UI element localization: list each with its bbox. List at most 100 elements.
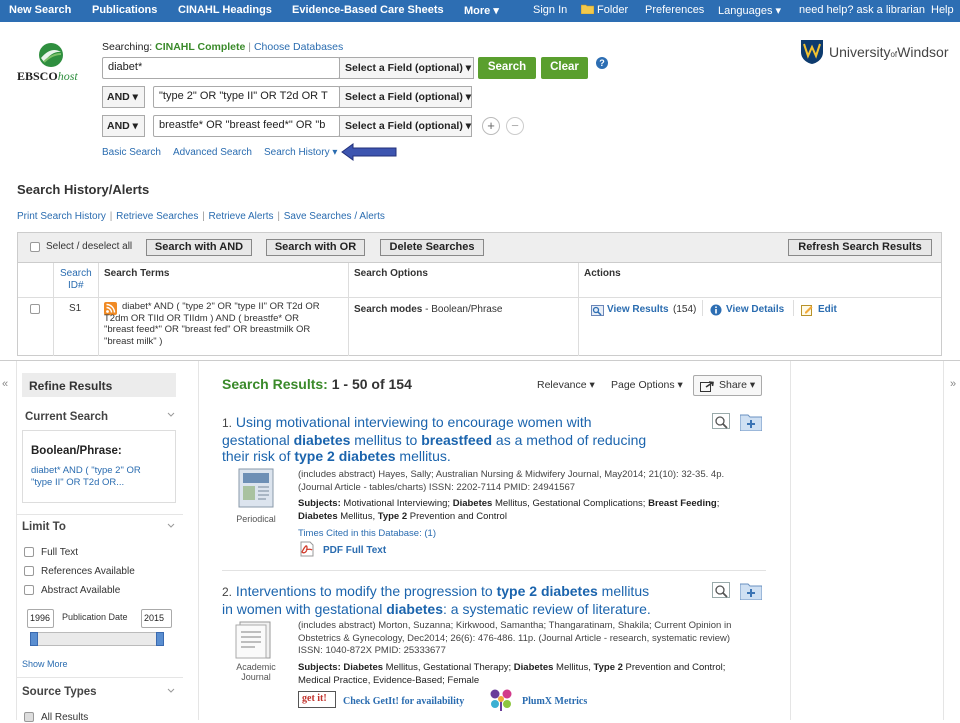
edit-icon[interactable] (801, 303, 813, 321)
result-title-part[interactable]: type 2 diabetes (497, 583, 598, 599)
preview-magnifier-icon[interactable] (712, 413, 732, 436)
delete-searches-button[interactable]: Delete Searches (380, 239, 484, 256)
view-results-icon[interactable] (591, 303, 604, 321)
add-row-icon[interactable]: + (482, 117, 500, 135)
result-title-part[interactable]: mellitus to (350, 432, 421, 448)
advanced-search-link[interactable]: Advanced Search (173, 147, 252, 158)
plumx-icon[interactable] (488, 687, 514, 718)
basic-search-link[interactable]: Basic Search (102, 147, 161, 158)
boolean-operator-select-3[interactable]: AND ▾ (102, 115, 145, 137)
check-getit-link[interactable]: Check GetIt! for availability (343, 696, 464, 707)
info-icon[interactable] (710, 303, 722, 321)
show-more-link[interactable]: Show More (22, 659, 68, 669)
result-title-part[interactable]: : a systematic review of literature. (443, 601, 651, 617)
clear-button[interactable]: Clear (541, 57, 588, 79)
date-slider-min-handle[interactable] (30, 632, 38, 646)
nav-new-search[interactable]: New Search (9, 4, 71, 16)
col-search-id-link[interactable]: Search (60, 268, 92, 279)
result-title-part[interactable]: mellitus (598, 583, 649, 599)
nav-cinahl-headings[interactable]: CINAHL Headings (178, 4, 272, 16)
refresh-search-results-button[interactable]: Refresh Search Results (788, 239, 932, 256)
search-with-and-button[interactable]: Search with AND (146, 239, 252, 256)
nav-help[interactable]: Help (931, 4, 954, 16)
current-search-query-link[interactable]: diabet* AND ( "type 2" OR "type II" OR T… (31, 465, 141, 489)
print-search-history-link[interactable]: Print Search History (17, 211, 106, 222)
collapse-left-icon[interactable]: « (2, 378, 8, 390)
source-types-heading[interactable]: Source Types (22, 686, 97, 698)
nav-evidence-based-care-sheets[interactable]: Evidence-Based Care Sheets (292, 4, 444, 16)
chevron-down-icon[interactable] (167, 523, 175, 529)
limit-to-heading[interactable]: Limit To (22, 521, 66, 533)
field-select-1[interactable]: Select a Field (optional) ▾ (339, 57, 474, 79)
search-input-3[interactable]: breastfe* OR "breast feed*" OR "b (153, 115, 340, 137)
preview-magnifier-icon[interactable] (712, 582, 732, 605)
retrieve-alerts-link[interactable]: Retrieve Alerts (209, 211, 274, 222)
pdf-full-text-link[interactable]: PDF Full Text (323, 545, 386, 556)
help-icon[interactable]: ? (596, 57, 608, 69)
boolean-operator-select-2[interactable]: AND ▾ (102, 86, 145, 108)
pdf-icon[interactable] (299, 541, 315, 562)
sort-relevance-menu[interactable]: Relevance ▾ (537, 379, 595, 391)
date-to-input[interactable]: 2015 (141, 609, 172, 628)
result-title-part[interactable]: in women with gestational (222, 601, 386, 617)
plumx-metrics-link[interactable]: PlumX Metrics (522, 696, 587, 707)
nav-preferences[interactable]: Preferences (645, 4, 704, 16)
field-select-2[interactable]: Select a Field (optional) ▾ (339, 86, 472, 108)
result-title-part[interactable]: mellitus. (396, 448, 450, 464)
nav-folder[interactable]: Folder (597, 4, 628, 16)
result-title-part[interactable]: gestational (222, 432, 294, 448)
nav-ask-librarian[interactable]: need help? ask a librarian (799, 4, 925, 16)
select-all-checkbox[interactable] (30, 242, 40, 252)
nav-more-menu[interactable]: More ▾ (464, 4, 499, 17)
result-title-part[interactable]: Using motivational interviewing to encou… (232, 414, 592, 430)
page-options-menu[interactable]: Page Options ▾ (611, 379, 683, 391)
references-available-checkbox[interactable] (24, 566, 34, 576)
search-with-or-button[interactable]: Search with OR (266, 239, 365, 256)
col-search-id-sub[interactable]: ID# (68, 280, 84, 291)
save-searches-alerts-link[interactable]: Save Searches / Alerts (284, 211, 385, 222)
chevron-down-icon[interactable] (167, 412, 175, 418)
date-from-input[interactable]: 1996 (27, 609, 54, 628)
result-title-part[interactable]: diabetes (294, 432, 351, 448)
result-title-part[interactable]: breastfeed (421, 432, 492, 448)
result-title-part[interactable]: Interventions to modify the progression … (232, 583, 497, 599)
nav-sign-in[interactable]: Sign In (533, 4, 567, 16)
chevron-down-icon[interactable] (167, 688, 175, 694)
folder-icon[interactable] (580, 4, 595, 16)
times-cited-link[interactable]: Times Cited in this Database: (1) (298, 528, 436, 539)
date-range-slider[interactable] (30, 632, 164, 646)
search-button[interactable]: Search (478, 57, 536, 79)
date-slider-max-handle[interactable] (156, 632, 164, 646)
nav-publications[interactable]: Publications (92, 4, 157, 16)
result-title-part[interactable]: type 2 diabetes (294, 448, 395, 464)
current-search-query-line[interactable]: "type II" OR T2d OR... (31, 477, 141, 489)
all-results-checkbox[interactable] (24, 712, 34, 722)
history-row-checkbox[interactable] (30, 304, 40, 314)
remove-row-icon[interactable]: − (506, 117, 524, 135)
abstract-available-checkbox[interactable] (24, 585, 34, 595)
view-results-link[interactable]: View Results (607, 304, 669, 315)
search-input-1[interactable]: diabet* (102, 57, 340, 79)
choose-databases-link[interactable]: Choose Databases (254, 41, 343, 53)
result-title-part[interactable]: as a method of reducing (492, 432, 646, 448)
edit-link[interactable]: Edit (818, 304, 837, 315)
search-history-link[interactable]: Search History ▾ (264, 147, 337, 158)
result-title-part[interactable]: their risk of (222, 448, 294, 464)
retrieve-searches-link[interactable]: Retrieve Searches (116, 211, 198, 222)
result-1-title[interactable]: 1. Using motivational interviewing to en… (222, 414, 702, 465)
view-details-link[interactable]: View Details (726, 304, 784, 315)
getit-logo-icon[interactable]: get it! (298, 691, 336, 708)
result-title-part[interactable]: diabetes (386, 601, 443, 617)
collapse-right-icon[interactable]: » (950, 378, 956, 390)
current-search-query-line[interactable]: diabet* AND ( "type 2" OR (31, 465, 141, 477)
subjects-text: Prevention and Control (407, 510, 507, 522)
nav-languages-menu[interactable]: Languages ▾ (718, 4, 781, 17)
search-input-2[interactable]: "type 2" OR "type II" OR T2d OR T (153, 86, 340, 108)
add-to-folder-icon[interactable] (739, 413, 763, 436)
share-button[interactable]: Share ▾ (693, 375, 762, 396)
current-search-heading[interactable]: Current Search (25, 411, 108, 423)
add-to-folder-icon[interactable] (739, 582, 763, 605)
result-2-title[interactable]: 2. Interventions to modify the progressi… (222, 583, 702, 617)
full-text-checkbox[interactable] (24, 547, 34, 557)
field-select-3[interactable]: Select a Field (optional) ▾ (339, 115, 472, 137)
